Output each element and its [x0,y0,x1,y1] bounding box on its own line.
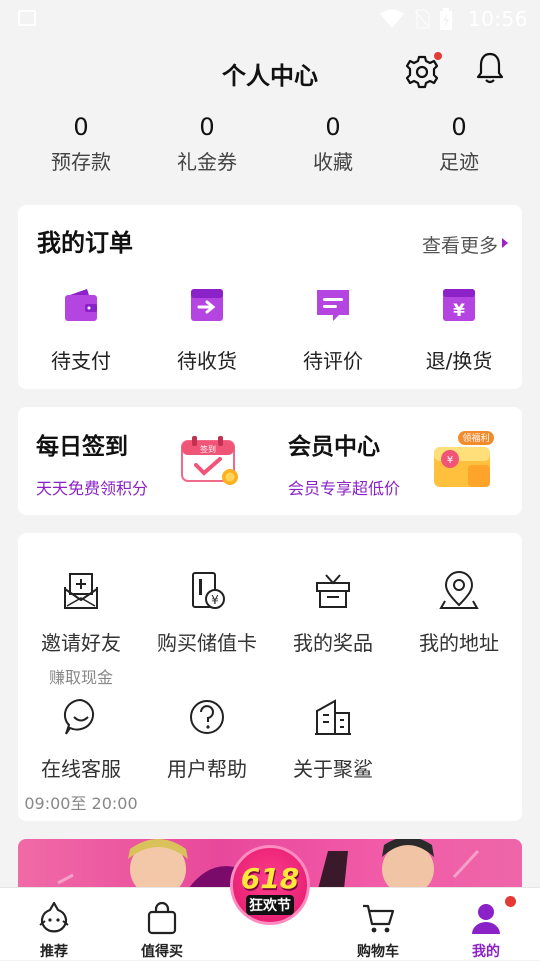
stat-coupons[interactable]: 0 礼金券 [144,112,270,182]
618-badge: 618 [240,862,300,895]
order-pending-receipt[interactable]: 待收货 [144,285,270,374]
cart-icon [363,904,395,933]
location-pin-icon [439,571,479,609]
mine-notification-dot [505,896,516,907]
chevron-right-icon [502,238,508,248]
signin-title: 每日签到 [36,434,128,460]
account-stats: 0 预存款 0 礼金券 0 收藏 0 足迹 [18,112,522,182]
stat-value: 0 [451,113,467,141]
status-time: 10:56 [467,7,528,31]
tab-carnival[interactable]: 618 狂欢节 [230,845,310,925]
tab-recommend[interactable]: 推荐 [0,888,108,961]
notifications-button[interactable] [472,50,512,90]
gear-icon [405,55,439,89]
order-pending-review[interactable]: 待评价 [270,285,396,374]
orders-title: 我的订单 [37,229,133,257]
member-title: 会员中心 [288,434,380,460]
settings-button[interactable] [402,52,442,92]
member-subtitle: 会员专享超低价 [288,479,401,498]
battery-icon [440,8,452,30]
service-label: 关于聚鲨 [293,757,373,781]
order-pending-payment[interactable]: 待支付 [18,285,144,374]
service-sub: 09:00至 20:00 [24,794,138,813]
stat-value: 0 [73,113,89,141]
signin-tag: 签到 [200,444,216,454]
shark-icon [39,901,69,933]
stat-history[interactable]: 0 足迹 [396,112,522,182]
service-label: 邀请好友 [41,631,121,655]
order-item-label: 退/换货 [425,349,493,373]
service-invite-friends[interactable]: 邀请好友 赚取现金 [18,571,144,688]
orders-card: 我的订单 查看更多 待支付 待收货 待评价 ¥ 退/换货 [18,205,522,389]
tab-label: 我的 [472,944,500,960]
bell-icon [476,52,504,84]
service-my-address[interactable]: 我的地址 [396,571,522,656]
tab-label: 狂欢节 [246,895,294,915]
shopping-bag-icon [147,901,177,935]
image-notification-icon [18,10,36,26]
service-label: 我的奖品 [293,631,373,655]
member-gift-icon: 领福利 ¥ [434,431,494,487]
help-question-icon [190,700,224,734]
order-item-label: 待支付 [51,349,111,373]
status-bar: 10:56 [0,0,540,40]
member-tag: 领福利 [462,432,489,444]
wifi-icon [380,9,404,28]
no-sim-icon [414,9,430,29]
building-icon [315,699,351,735]
settings-notification-dot [434,52,442,60]
stored-value-card-icon: ¥ [192,572,225,609]
page-title: 个人中心 [222,62,318,90]
signin-subtitle: 天天免费领积分 [36,479,149,498]
tab-label: 购物车 [357,944,399,960]
stat-label: 足迹 [439,150,479,174]
svg-text:¥: ¥ [447,455,453,466]
calendar-signin-icon: 签到 [181,436,238,485]
member-center[interactable]: 会员中心 会员专享超低价 [288,427,400,499]
order-refund-exchange[interactable]: ¥ 退/换货 [396,285,522,374]
status-icons [380,8,452,30]
service-about[interactable]: 关于聚鲨 [270,697,396,782]
daily-signin[interactable]: 每日签到 天天免费领积分 [36,427,148,499]
chat-service-icon [63,698,95,735]
service-label: 我的地址 [419,631,499,655]
stat-value: 0 [325,113,341,141]
refund-yen-icon: ¥ [443,289,475,321]
service-sub: 赚取现金 [48,668,113,687]
order-item-label: 待评价 [303,349,363,373]
service-online-support[interactable]: 在线客服 09:00至 20:00 [18,697,144,814]
service-label: 在线客服 [41,757,121,781]
service-my-prizes[interactable]: 我的奖品 [270,571,396,656]
tab-mine[interactable]: 我的 [432,888,540,961]
tab-label: 值得买 [141,944,183,960]
stat-favorites[interactable]: 0 收藏 [270,112,396,182]
tab-worth-buying[interactable]: 值得买 [108,888,216,961]
tab-cart[interactable]: 购物车 [324,888,432,961]
view-more-orders-link[interactable]: 查看更多 [422,231,498,258]
stat-deposit[interactable]: 0 预存款 [18,112,144,182]
service-user-help[interactable]: 用户帮助 [144,697,270,782]
service-stored-value-card[interactable]: ¥ 购买储值卡 [144,571,270,656]
services-card: 邀请好友 赚取现金 ¥ 购买储值卡 我的奖品 我的地址 在线客服 09:00至 … [18,533,522,821]
person-icon [472,904,500,934]
service-label: 购买储值卡 [157,631,257,655]
service-label: 用户帮助 [167,757,247,781]
gift-box-icon [316,574,350,608]
stat-label: 预存款 [51,150,111,174]
stat-value: 0 [199,113,215,141]
invite-mail-icon [64,573,98,609]
promo-card: 每日签到 天天免费领积分 签到 会员中心 会员专享超低价 领福利 ¥ [18,407,522,515]
order-item-label: 待收货 [177,349,237,373]
receive-box-icon [191,289,223,321]
header: 个人中心 [0,40,540,102]
tab-label: 推荐 [40,944,68,960]
stat-label: 礼金券 [177,150,237,174]
svg-text:¥: ¥ [211,593,219,607]
stat-label: 收藏 [313,150,353,174]
wallet-icon [65,289,97,321]
comment-icon [317,290,349,321]
svg-text:¥: ¥ [453,301,465,321]
